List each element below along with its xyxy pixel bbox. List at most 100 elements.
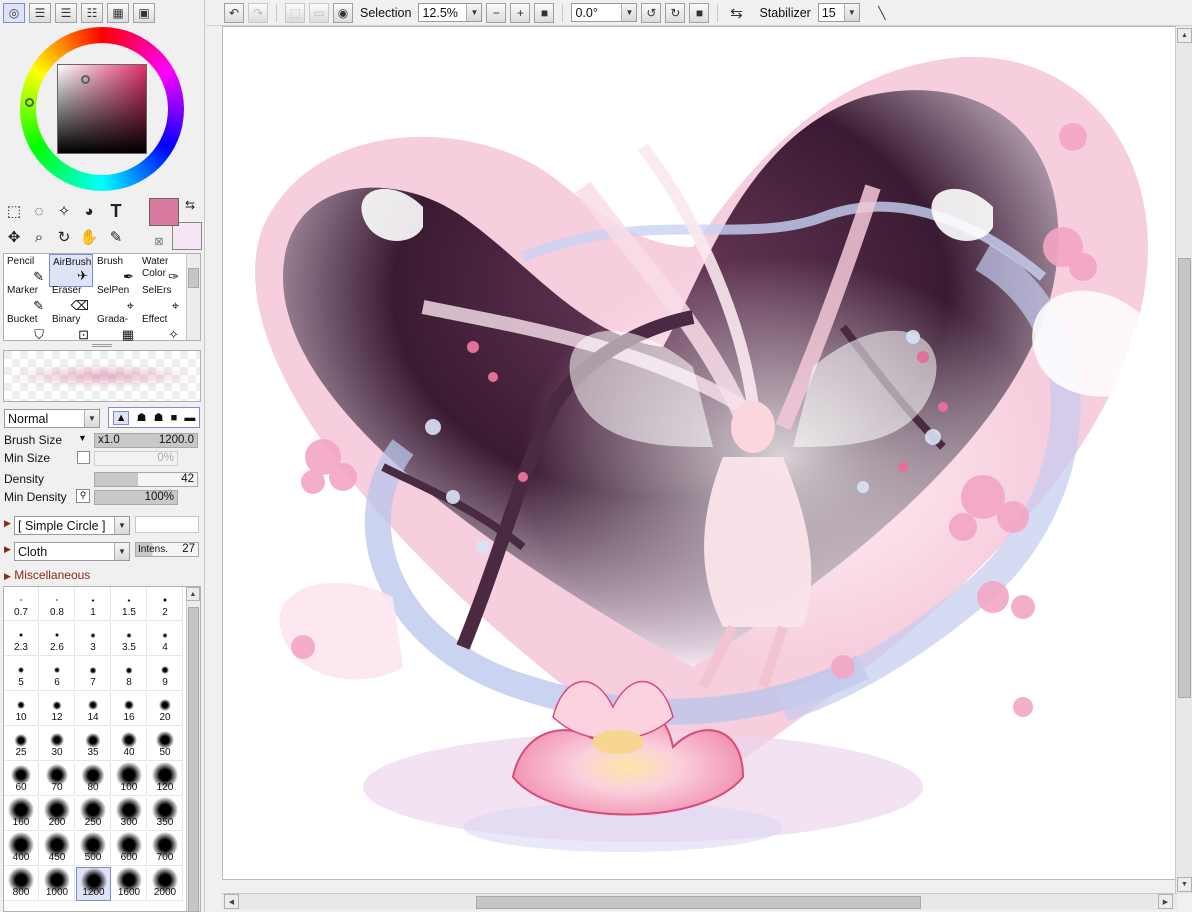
horizontal-scrollbar[interactable]: ◀ ▶ xyxy=(222,893,1177,910)
transparent-color-icon[interactable]: ⊠ xyxy=(150,232,168,250)
scroll-up-icon[interactable]: ▲ xyxy=(1177,28,1192,43)
redo-icon[interactable]: ↷ xyxy=(248,2,268,23)
zoom-in-icon[interactable]: + xyxy=(510,2,531,23)
swatch-tab-icon[interactable]: ☷ xyxy=(81,3,103,23)
invert-selection-icon[interactable]: ▭ xyxy=(309,2,329,23)
text-tool-icon[interactable]: T xyxy=(105,200,127,222)
hue-cursor[interactable] xyxy=(25,98,34,107)
main-color-swatch[interactable] xyxy=(149,198,179,226)
brush-size-preset[interactable]: 1200 xyxy=(76,867,111,901)
blend-mode-select[interactable]: Normal ▼ xyxy=(4,409,100,428)
rotate-left-icon[interactable]: ↺ xyxy=(641,2,662,23)
brush-size-preset[interactable]: 60 xyxy=(4,762,39,796)
brush-size-preset[interactable]: 1 xyxy=(76,587,111,621)
selection-visibility-icon[interactable]: ◉ xyxy=(333,2,353,23)
size-palette-scrollbar[interactable]: ▲ xyxy=(186,587,200,911)
brush-size-preset[interactable]: 7 xyxy=(76,657,111,691)
zoom-select[interactable]: 12.5% ▼ xyxy=(418,3,483,22)
brush-size-preset[interactable]: 0.8 xyxy=(40,587,75,621)
shape-strength-field[interactable] xyxy=(135,516,199,533)
sub-color-swatch[interactable] xyxy=(172,222,202,250)
brush-size-preset[interactable]: 80 xyxy=(76,762,111,796)
move-icon[interactable]: ✥ xyxy=(3,226,25,248)
brush-size-preset[interactable]: 2.3 xyxy=(4,622,39,656)
magic-wand-icon[interactable]: ✧ xyxy=(53,200,75,222)
brush-tool-effect[interactable]: Effect ✧ xyxy=(139,312,183,345)
brush-size-preset[interactable]: 10 xyxy=(4,692,39,726)
rgb-slider-tab-icon[interactable]: ☰ xyxy=(29,3,51,23)
pressure-density-icon[interactable]: ⚲ xyxy=(76,489,90,503)
min-density-slider[interactable]: 100% xyxy=(94,490,178,505)
brush-size-preset[interactable]: 6 xyxy=(40,657,75,691)
brush-grid-scrollbar[interactable] xyxy=(186,254,200,340)
zoom-icon[interactable]: ⌕ xyxy=(28,226,50,248)
brush-size-preset[interactable]: 3.5 xyxy=(112,622,147,656)
scroll-right-icon[interactable]: ▶ xyxy=(1158,894,1173,909)
brush-size-preset[interactable]: 5 xyxy=(4,657,39,691)
brush-size-preset[interactable]: 100 xyxy=(112,762,147,796)
brush-size-preset[interactable]: 300 xyxy=(112,797,147,831)
brush-size-slider[interactable]: x1.0 1200.0 xyxy=(94,433,198,448)
saturation-value-square[interactable] xyxy=(57,64,147,154)
color-wheel-tab-icon[interactable]: ◎ xyxy=(3,3,25,23)
scroll-down-icon[interactable]: ▼ xyxy=(1177,877,1192,892)
brush-size-preset[interactable]: 25 xyxy=(4,727,39,761)
hsv-slider-tab-icon[interactable]: ☰ xyxy=(55,3,77,23)
brush-size-preset[interactable]: 16 xyxy=(112,692,147,726)
texture-expand-icon[interactable]: ▶ xyxy=(4,544,11,555)
brush-size-preset[interactable]: 9 xyxy=(148,657,183,691)
shape-expand-icon[interactable]: ▶ xyxy=(4,518,11,529)
brush-size-preset[interactable]: 350 xyxy=(148,797,183,831)
brush-size-preset[interactable]: 2 xyxy=(148,587,183,621)
min-size-slider[interactable]: 0% xyxy=(94,451,178,466)
line-smoothing-icon[interactable]: ╲ xyxy=(872,3,892,23)
texture-select[interactable]: Cloth ▼ xyxy=(14,542,130,561)
rotate-reset-icon[interactable]: ■ xyxy=(689,2,710,23)
lasso-icon[interactable]: ◌ xyxy=(28,200,50,222)
brush-size-preset[interactable]: 20 xyxy=(148,692,183,726)
swap-colors-icon[interactable]: ⇆ xyxy=(180,196,200,214)
brush-size-preset[interactable]: 0.7 xyxy=(4,587,39,621)
brush-size-preset[interactable]: 30 xyxy=(40,727,75,761)
min-size-checkbox[interactable] xyxy=(77,451,90,464)
brush-size-preset[interactable]: 600 xyxy=(112,832,147,866)
brush-size-preset[interactable]: 40 xyxy=(112,727,147,761)
tip-flat-icon[interactable]: ▬ xyxy=(184,412,195,424)
brush-size-preset[interactable]: 70 xyxy=(40,762,75,796)
brush-size-preset[interactable]: 700 xyxy=(148,832,183,866)
brush-size-preset[interactable]: 4 xyxy=(148,622,183,656)
brush-size-preset[interactable]: 50 xyxy=(148,727,183,761)
zoom-reset-icon[interactable]: ■ xyxy=(534,2,555,23)
brush-tool-binary[interactable]: Binary ⊡ xyxy=(49,312,93,345)
tip-soft-icon[interactable]: ☗ xyxy=(137,411,147,424)
density-slider[interactable]: 42 xyxy=(94,472,198,487)
panel-splitter[interactable] xyxy=(92,344,112,347)
eyedropper-icon[interactable]: ✎ xyxy=(105,226,127,248)
tip-round-icon[interactable]: ☗ xyxy=(154,411,164,424)
color-wheel[interactable] xyxy=(20,27,184,191)
brush-size-preset[interactable]: 12 xyxy=(40,692,75,726)
brush-size-preset[interactable]: 160 xyxy=(4,797,39,831)
miscellaneous-section[interactable]: ▶ Miscellaneous xyxy=(4,568,90,582)
zoom-out-icon[interactable]: − xyxy=(486,2,507,23)
rotate-right-icon[interactable]: ↻ xyxy=(665,2,686,23)
brush-size-preset[interactable]: 200 xyxy=(40,797,75,831)
tip-sharp-icon[interactable]: ▲ xyxy=(112,410,130,425)
brush-size-preset[interactable]: 8 xyxy=(112,657,147,691)
brush-size-preset[interactable]: 400 xyxy=(4,832,39,866)
brush-size-preset[interactable]: 3 xyxy=(76,622,111,656)
tip-square-icon[interactable]: ■ xyxy=(171,412,178,424)
texture-intensity-slider[interactable]: Intens. 27 xyxy=(135,542,199,557)
size-dropdown-icon[interactable]: ▼ xyxy=(78,433,87,443)
rotate-icon[interactable]: ↻ xyxy=(53,226,75,248)
vertical-scrollbar[interactable]: ▲ ▼ xyxy=(1175,26,1192,894)
rotation-select[interactable]: 0.0° ▼ xyxy=(571,3,638,22)
stabilizer-select[interactable]: 15 ▼ xyxy=(817,3,860,22)
brush-size-preset[interactable]: 250 xyxy=(76,797,111,831)
rect-select-icon[interactable]: ⬚ xyxy=(3,200,25,222)
palette-tab-icon[interactable]: ▦ xyxy=(107,3,129,23)
brush-tool-grada[interactable]: Grada- ▦ xyxy=(94,312,138,345)
brush-tool-bucket[interactable]: Bucket ⛉ xyxy=(4,312,48,345)
select-fill-icon[interactable]: ◕ xyxy=(78,200,100,222)
drawing-canvas[interactable] xyxy=(222,26,1177,880)
